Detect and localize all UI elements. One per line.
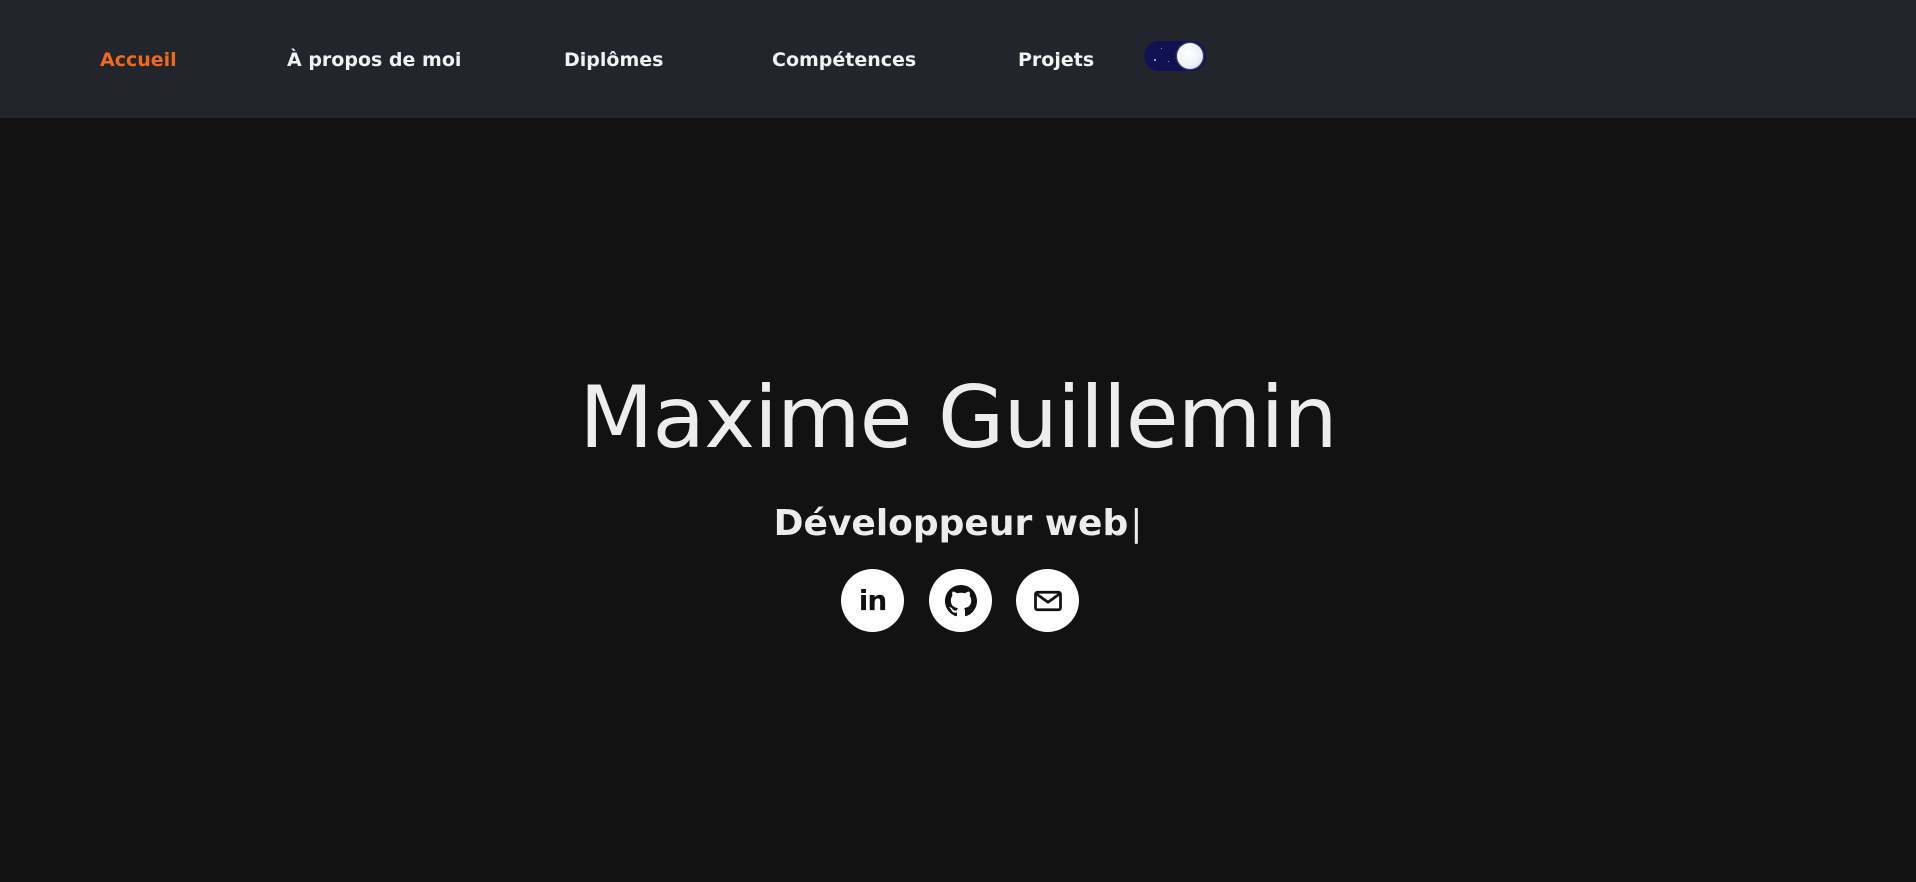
nav-link-a-propos[interactable]: À propos de moi	[287, 47, 461, 73]
star-icon	[1154, 59, 1156, 61]
mail-button[interactable]	[1016, 569, 1079, 632]
hero-name: Maxime Guillemin	[579, 368, 1338, 468]
star-icon	[1168, 61, 1169, 62]
nav-link-projets[interactable]: Projets	[1018, 47, 1094, 73]
nav-link-competences[interactable]: Compétences	[772, 47, 916, 73]
hero-subtitle-text: Développeur web	[773, 503, 1129, 544]
linkedin-icon: in	[858, 583, 888, 617]
mail-icon	[1033, 590, 1062, 611]
moon-icon	[1177, 43, 1203, 69]
theme-toggle[interactable]	[1144, 41, 1206, 71]
typing-cursor: |	[1130, 503, 1143, 544]
github-button[interactable]	[929, 569, 992, 632]
star-icon	[1161, 48, 1162, 49]
github-icon	[944, 584, 977, 616]
nav-link-accueil[interactable]: Accueil	[100, 47, 177, 73]
nav-link-diplomes[interactable]: Diplômes	[564, 47, 663, 73]
linkedin-button[interactable]: in	[841, 569, 904, 632]
navbar: Accueil À propos de moi Diplômes Compéte…	[0, 0, 1916, 118]
hero-subtitle: Développeur web|	[0, 500, 1916, 548]
